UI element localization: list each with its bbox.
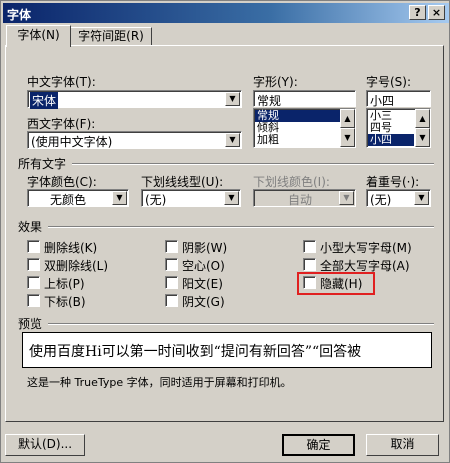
section-divider <box>72 163 434 165</box>
font-color-label: 字体颜色(C): <box>27 175 97 189</box>
strikethrough-checkbox[interactable] <box>27 240 40 253</box>
small-caps-label[interactable]: 小型大写字母(M) <box>320 239 412 256</box>
font-size-list[interactable]: 小三 四号 小四 ▲ ▼ <box>366 108 431 148</box>
outline-label[interactable]: 空心(O) <box>182 257 225 274</box>
outline-checkbox[interactable] <box>165 258 178 271</box>
shadow-label[interactable]: 阴影(W) <box>182 239 227 256</box>
small-caps-checkbox[interactable] <box>303 240 316 253</box>
chinese-font-value: 宋体 <box>30 92 59 109</box>
underline-color-label: 下划线颜色(I): <box>253 175 330 189</box>
chinese-font-dropdown-icon[interactable]: ▼ <box>225 92 240 106</box>
scroll-up-icon[interactable]: ▲ <box>415 109 430 128</box>
title-bar[interactable]: 字体 ? × <box>3 3 449 23</box>
section-divider <box>48 323 434 325</box>
section-divider <box>48 226 434 228</box>
emphasis-mark-value: (无) <box>370 193 392 207</box>
western-font-value: (使用中文字体) <box>31 135 113 149</box>
font-size-value: 小四 <box>370 94 395 108</box>
double-strikethrough-checkbox[interactable] <box>27 258 40 271</box>
underline-style-value: (无) <box>145 193 167 207</box>
western-font-label: 西文字体(F): <box>27 117 96 131</box>
all-text-section-label: 所有文字 <box>18 157 67 171</box>
font-size-label: 字号(S): <box>366 75 412 89</box>
font-color-combo[interactable]: 无颜色 ▼ <box>27 189 129 207</box>
subscript-checkbox[interactable] <box>27 294 40 307</box>
shadow-checkbox[interactable] <box>165 240 178 253</box>
effects-section-label: 效果 <box>18 220 43 234</box>
window-title: 字体 <box>7 8 32 22</box>
superscript-label[interactable]: 上标(P) <box>44 275 85 292</box>
font-style-value: 常规 <box>257 94 282 108</box>
cancel-button[interactable]: 取消 <box>366 434 439 456</box>
preview-section-label: 预览 <box>18 317 43 331</box>
font-color-value: 无颜色 <box>50 193 87 207</box>
double-strikethrough-label[interactable]: 双删除线(L) <box>44 257 108 274</box>
font-color-dropdown-icon[interactable]: ▼ <box>112 191 127 205</box>
underline-style-combo[interactable]: (无) ▼ <box>141 189 241 207</box>
preview-sample-text: 使用百度Hi可以第一时间收到“提问有新回答”“回答被 <box>29 344 362 360</box>
underline-color-dropdown-icon: ▼ <box>339 191 354 205</box>
scroll-down-icon[interactable]: ▼ <box>415 128 430 147</box>
scroll-down-icon[interactable]: ▼ <box>340 128 355 147</box>
subscript-label[interactable]: 下标(B) <box>44 293 86 310</box>
underline-color-combo: 自动 ▼ <box>253 189 356 207</box>
strikethrough-label[interactable]: 删除线(K) <box>44 239 97 256</box>
underline-style-label: 下划线线型(U): <box>141 175 224 189</box>
all-caps-checkbox[interactable] <box>303 258 316 271</box>
close-button[interactable]: × <box>428 5 445 20</box>
western-font-dropdown-icon[interactable]: ▼ <box>225 133 240 147</box>
engrave-label[interactable]: 阴文(G) <box>182 293 225 310</box>
ok-button[interactable]: 确定 <box>282 434 355 456</box>
help-button[interactable]: ? <box>409 5 426 20</box>
chinese-font-label: 中文字体(T): <box>27 75 96 89</box>
emphasis-mark-dropdown-icon[interactable]: ▼ <box>414 191 429 205</box>
tab-font[interactable]: 字体(N) <box>6 25 71 47</box>
tab-character-spacing[interactable]: 字符间距(R) <box>70 27 152 45</box>
underline-color-value: 自动 <box>288 193 313 207</box>
emboss-label[interactable]: 阳文(E) <box>182 275 223 292</box>
preview-note: 这是一种 TrueType 字体，同时适用于屏幕和打印机。 <box>27 376 292 389</box>
western-font-combo[interactable]: (使用中文字体) ▼ <box>27 131 242 149</box>
preview-box: 使用百度Hi可以第一时间收到“提问有新回答”“回答被 <box>22 332 432 368</box>
font-style-option[interactable]: 加粗 <box>255 134 279 146</box>
underline-style-dropdown-icon[interactable]: ▼ <box>224 191 239 205</box>
emphasis-mark-label: 着重号(·): <box>366 175 420 189</box>
emphasis-mark-combo[interactable]: (无) ▼ <box>366 189 431 207</box>
superscript-checkbox[interactable] <box>27 276 40 289</box>
highlight-box <box>297 272 375 295</box>
font-style-label: 字形(Y): <box>253 75 298 89</box>
scroll-up-icon[interactable]: ▲ <box>340 109 355 128</box>
chinese-font-combo[interactable]: 宋体 ▼ <box>27 90 242 109</box>
default-button[interactable]: 默认(D)... <box>5 434 85 456</box>
font-style-list[interactable]: 常规 倾斜 加粗 ▲ ▼ <box>253 108 356 148</box>
font-style-input[interactable]: 常规 <box>253 90 356 108</box>
font-size-input[interactable]: 小四 <box>366 90 431 108</box>
emboss-checkbox[interactable] <box>165 276 178 289</box>
engrave-checkbox[interactable] <box>165 294 178 307</box>
font-size-option[interactable]: 小四 <box>368 134 414 146</box>
